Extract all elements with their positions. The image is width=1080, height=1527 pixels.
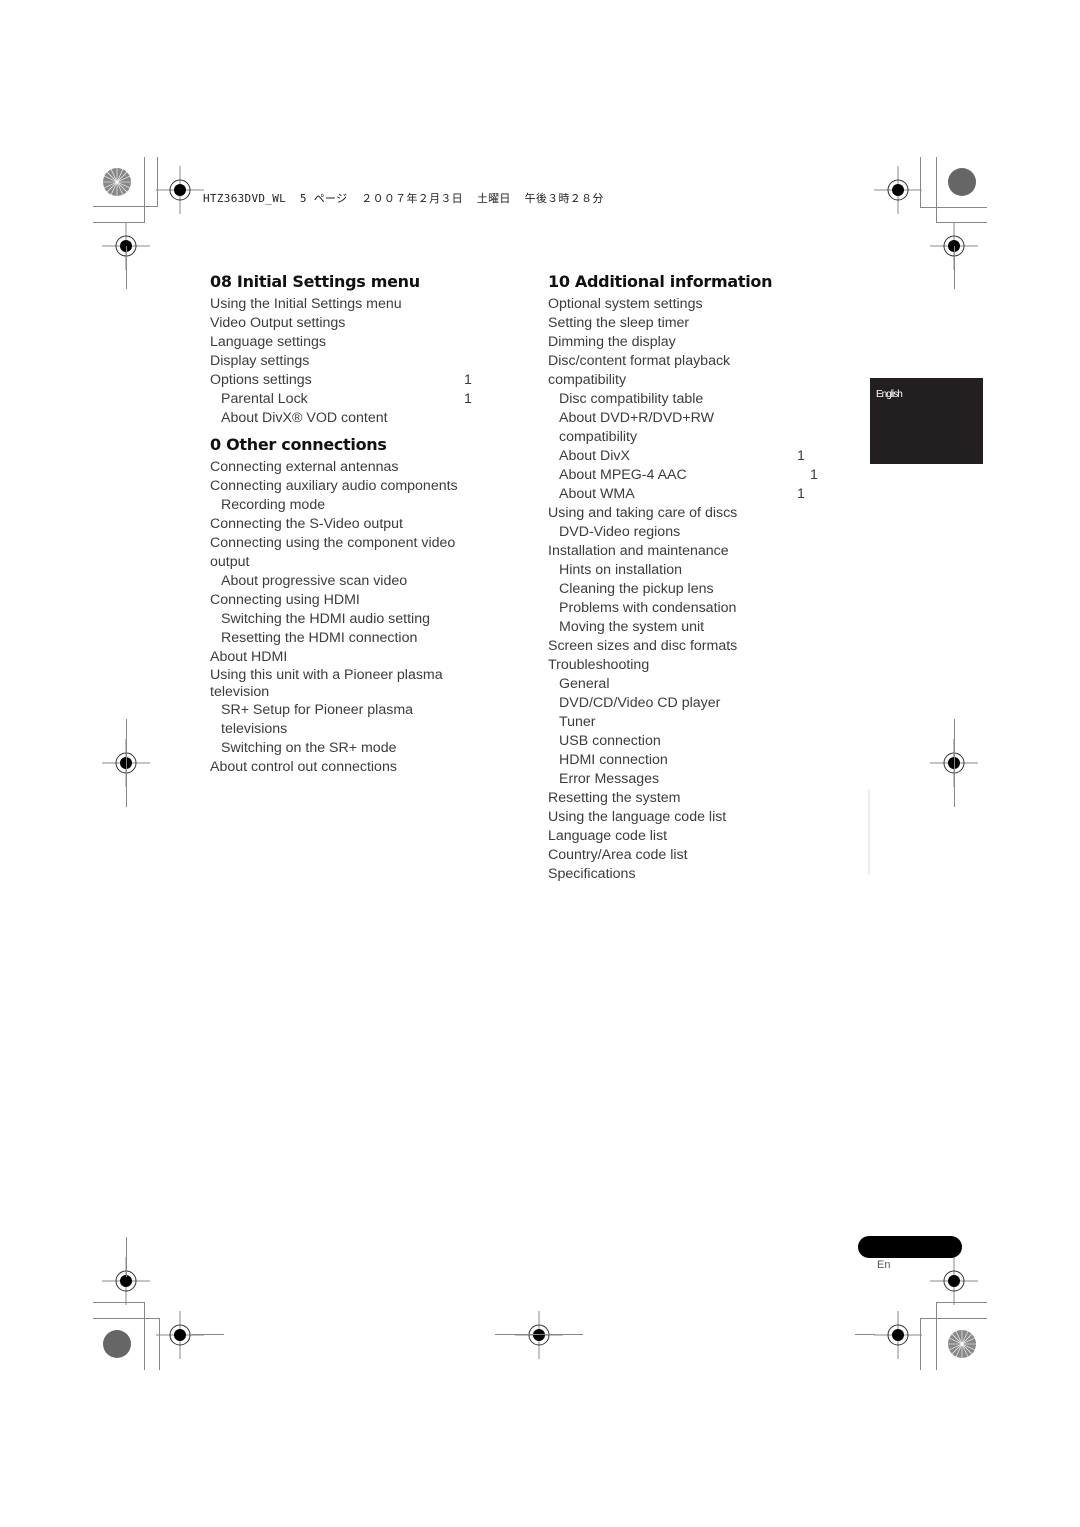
toc-entry[interactable]: Using the Initial Settings menu: [210, 295, 490, 314]
toc-subentry[interactable]: About DivX 1: [548, 447, 828, 466]
registration-mark-icon: [874, 166, 922, 214]
toc-entry[interactable]: About HDMI: [210, 648, 490, 667]
toc-entry[interactable]: Disc/content format playback compatibili…: [548, 352, 748, 390]
toc-right-column: 10 Additional information Optional syste…: [548, 271, 828, 884]
page-number: 1: [464, 391, 472, 407]
toc-subentry[interactable]: General: [548, 675, 828, 694]
toc-subentry[interactable]: DVD-Video regions: [548, 523, 828, 542]
toc-subentry[interactable]: About DivX® VOD content: [210, 409, 490, 428]
crop-mark-line: [144, 157, 145, 223]
toc-entry[interactable]: Country/Area code list: [548, 846, 828, 865]
registration-mark-icon: [874, 1311, 922, 1359]
page-number: 1: [810, 467, 818, 483]
toc-subentry[interactable]: About DVD+R/DVD+RW compatibility: [548, 409, 729, 447]
star-target-icon: [103, 168, 131, 196]
toc-entry[interactable]: Connecting using HDMI: [210, 591, 490, 610]
toc-left-column: 08 Initial Settings menu Using the Initi…: [210, 271, 490, 777]
toc-subentry[interactable]: Recording mode: [210, 496, 490, 515]
crop-mark-line: [126, 246, 127, 289]
toc-entry[interactable]: Using this unit with a Pioneer plasma te…: [210, 667, 490, 701]
toc-subentry[interactable]: Cleaning the pickup lens: [548, 580, 828, 599]
toc-entry[interactable]: Using and taking care of discs: [548, 504, 828, 523]
crop-mark-line: [190, 1334, 224, 1335]
crop-mark-line: [855, 1334, 875, 1335]
page-language-code: En: [877, 1259, 891, 1271]
crop-mark-line: [920, 1318, 987, 1319]
toc-subentry[interactable]: Problems with condensation: [548, 599, 828, 618]
language-tab-label: English: [876, 389, 903, 400]
toc-entry[interactable]: About control out connections: [210, 758, 490, 777]
toc-subentry[interactable]: HDMI connection: [548, 751, 828, 770]
crop-mark-line: [495, 1334, 583, 1335]
toc-entry[interactable]: Dimming the display: [548, 333, 828, 352]
toc-subentry[interactable]: Tuner: [548, 713, 828, 732]
toc-entry[interactable]: Troubleshooting: [548, 656, 828, 675]
toc-subentry[interactable]: Resetting the HDMI connection: [210, 629, 490, 648]
registration-mark-icon: [156, 1311, 204, 1359]
toc-subentry[interactable]: About progressive scan video: [210, 572, 490, 591]
registration-mark-icon: [156, 166, 204, 214]
crop-mark-line: [954, 719, 955, 807]
toc-subentry[interactable]: Switching the HDMI audio setting: [210, 610, 490, 629]
toc-subentry[interactable]: Parental Lock 1: [210, 390, 490, 409]
crop-mark-line: [920, 207, 987, 208]
toc-entry[interactable]: Using the language code list: [548, 808, 828, 827]
toc-entry[interactable]: Video Output settings: [210, 314, 490, 333]
toc-entry[interactable]: Connecting external antennas: [210, 458, 490, 477]
language-side-tab: English: [870, 378, 983, 464]
crop-mark-line: [93, 1318, 160, 1319]
toc-subentry[interactable]: Hints on installation: [548, 561, 828, 580]
crop-mark-line: [126, 719, 127, 807]
crop-mark-line: [93, 206, 158, 207]
toc-entry[interactable]: Setting the sleep timer: [548, 314, 828, 333]
gray-target-icon: [103, 1330, 131, 1358]
page-number: 1: [797, 486, 805, 502]
crop-mark-line: [126, 1237, 127, 1277]
toc-entry[interactable]: Connecting the S-Video output: [210, 515, 490, 534]
toc-entry[interactable]: Resetting the system: [548, 789, 828, 808]
crop-mark-line: [936, 157, 937, 223]
toc-subentry[interactable]: Switching on the SR+ mode: [210, 739, 490, 758]
toc-entry[interactable]: Specifications: [548, 865, 828, 884]
toc-subentry[interactable]: Error Messages: [548, 770, 828, 789]
gray-target-icon: [948, 168, 976, 196]
toc-entry[interactable]: Screen sizes and disc formats: [548, 637, 828, 656]
toc-entry[interactable]: Optional system settings: [548, 295, 828, 314]
section-title: 08 Initial Settings menu: [210, 272, 420, 291]
page-number: 1: [797, 448, 805, 464]
toc-entry[interactable]: Installation and maintenance: [548, 542, 828, 561]
toc-subentry[interactable]: About WMA 1: [548, 485, 828, 504]
toc-entry[interactable]: Connecting using the component video out…: [210, 534, 490, 572]
toc-subentry[interactable]: Disc compatibility table: [548, 390, 828, 409]
toc-subentry[interactable]: USB connection: [548, 732, 828, 751]
star-target-icon: [948, 1330, 976, 1358]
toc-entry[interactable]: Connecting auxiliary audio components: [210, 477, 490, 496]
toc-entry[interactable]: Language code list: [548, 827, 828, 846]
page-number-pill: [858, 1236, 962, 1258]
crop-mark-line: [144, 1302, 145, 1370]
toc-entry[interactable]: Language settings: [210, 333, 490, 352]
print-header-info: HTZ363DVD_WL 5 ページ ２００７年２月３日 土曜日 午後３時２８分: [203, 192, 604, 205]
section-title: 10 Additional information: [548, 272, 773, 291]
toc-subentry[interactable]: DVD/CD/Video CD player: [548, 694, 828, 713]
side-divider: [868, 789, 870, 875]
crop-mark-line: [954, 246, 955, 289]
page-number: 1: [464, 372, 472, 388]
toc-entry[interactable]: Options settings 1: [210, 371, 490, 390]
toc-subentry[interactable]: Moving the system unit: [548, 618, 828, 637]
registration-mark-icon: [930, 1257, 978, 1305]
crop-mark-line: [936, 1302, 937, 1370]
toc-subentry[interactable]: About MPEG-4 AAC 1: [548, 466, 828, 485]
section-title: 0 Other connections: [210, 435, 387, 454]
toc-subentry[interactable]: SR+ Setup for Pioneer plasma televisions: [210, 701, 431, 739]
registration-mark-icon: [515, 1311, 563, 1359]
toc-entry[interactable]: Display settings: [210, 352, 490, 371]
